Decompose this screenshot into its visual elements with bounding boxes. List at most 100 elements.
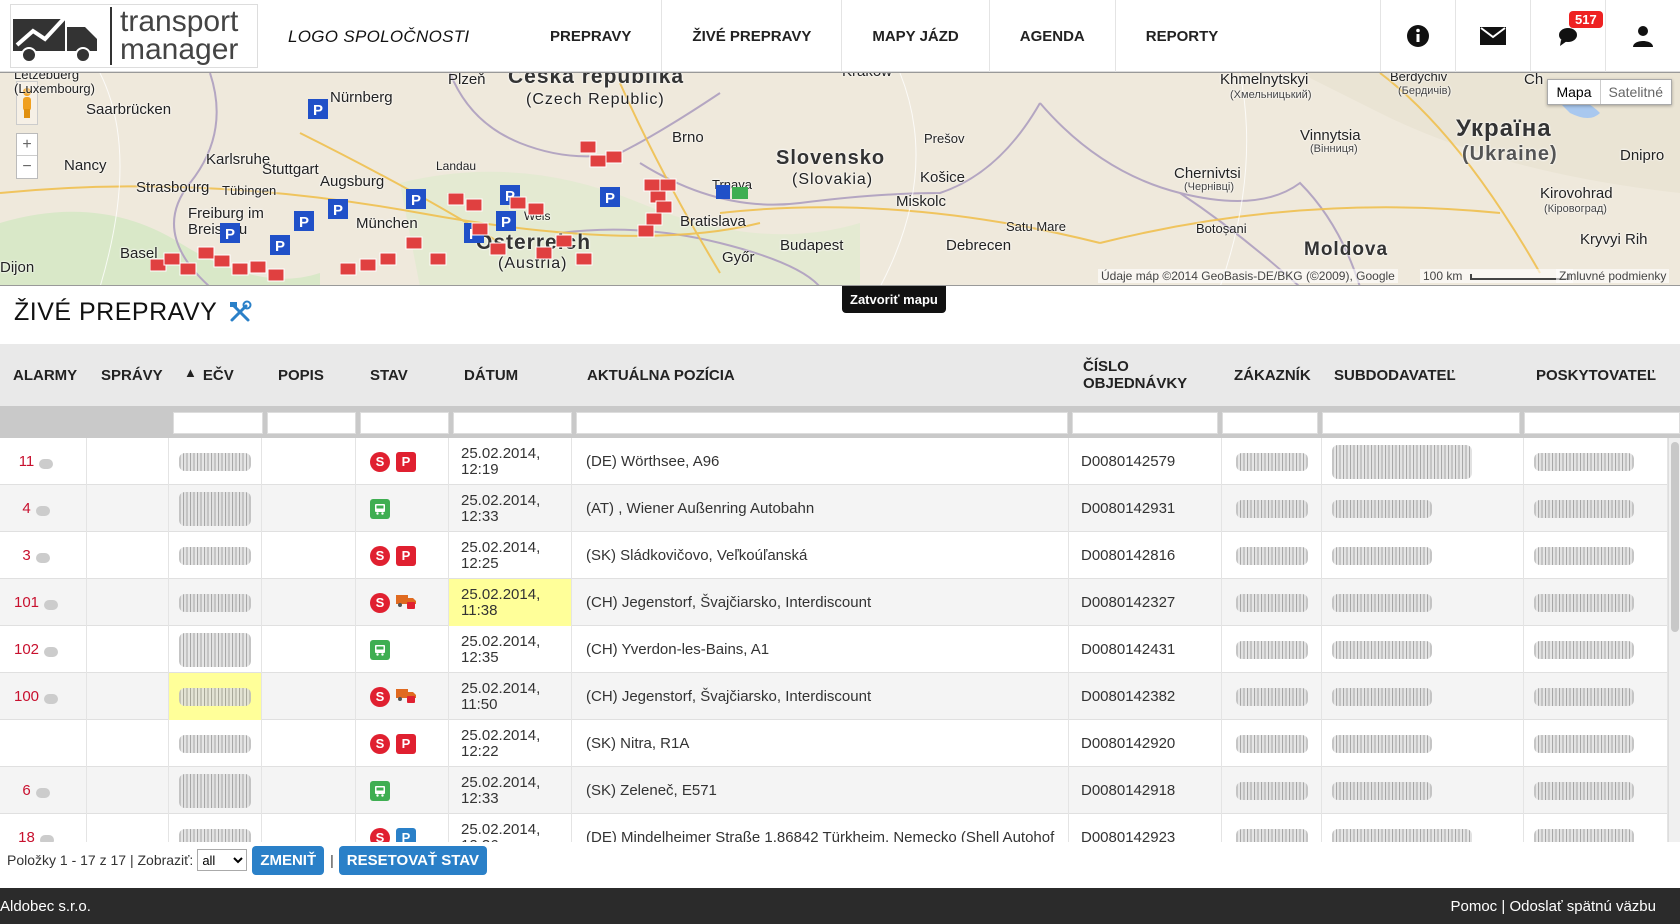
menu-item-reporty[interactable]: REPORTY [1116,0,1249,72]
comment-bubble-icon[interactable] [39,458,54,469]
status-s-icon[interactable]: S [370,592,390,613]
map-type-map-button[interactable]: Mapa [1548,80,1601,104]
grid-settings-button[interactable] [228,300,252,329]
comment-bubble-icon[interactable] [35,787,50,798]
cell-alarms[interactable]: 100 [0,673,87,720]
cell-alarms[interactable]: 18 [0,814,87,842]
comment-bubble-icon[interactable] [44,693,59,704]
status-truck-delay-icon[interactable] [396,592,418,614]
status-bus-icon[interactable] [370,780,390,801]
alarm-count[interactable]: 18 [18,829,35,842]
filter-position-input[interactable] [576,412,1068,434]
alarm-count[interactable]: 11 [19,453,35,470]
table-row[interactable]: 3 S P 25.02.2014, 12:25 (SK) Sládkovičovo, Ve… [0,532,1668,579]
vehicle-group-marker[interactable] [716,183,752,206]
notifications-button[interactable]: 517 [1530,0,1605,72]
column-header-ecv[interactable]: ▲ EČV [184,344,234,406]
menu-item-prepravy[interactable]: PREPRAVY [520,0,663,72]
feedback-link[interactable]: Odoslať spätnú väzbu [1509,898,1656,915]
column-header-state[interactable]: STAV [370,344,408,406]
cell-alarms[interactable]: 102 [0,626,87,673]
grid-scrollbar[interactable] [1668,438,1680,842]
zoom-out-button[interactable]: − [17,156,37,178]
status-parking-icon[interactable]: P [396,451,416,472]
cell-alarms[interactable]: 4 [0,485,87,532]
alarm-count[interactable]: 100 [14,688,39,705]
alarm-count[interactable]: 3 [22,547,30,564]
status-bus-icon[interactable] [370,498,390,519]
cell-alarms[interactable]: 6 [0,767,87,814]
status-parking-icon[interactable]: P [396,545,416,566]
column-header-subcontractor[interactable]: SUBDODAVATEĽ [1334,344,1456,406]
app-logo[interactable]: transport manager [10,4,258,68]
map-terms-link[interactable]: Zmluvné podmienky [1556,269,1670,283]
menu-item-mapy-jazd[interactable]: MAPY JÁZD [842,0,990,72]
filter-customer-input[interactable] [1222,412,1318,434]
page-size-select[interactable]: all [197,849,248,871]
table-row[interactable]: 102 25.02.2014, 12:35 (CH) Yverdon-les-Bain… [0,626,1668,673]
cell-cust [1222,767,1322,814]
comment-bubble-icon[interactable] [44,646,59,657]
filter-ecv-input[interactable] [173,412,263,434]
menu-item-agenda[interactable]: AGENDA [990,0,1116,72]
table-row[interactable]: 6 25.02.2014, 12:33 (SK) Zeleneč, E571 D0080… [0,767,1668,814]
filter-description-input[interactable] [267,412,356,434]
alarm-count[interactable]: 6 [22,782,30,799]
mail-button[interactable] [1455,0,1530,72]
status-bus-icon[interactable] [370,639,390,660]
user-button[interactable] [1605,0,1680,72]
status-parking-icon[interactable]: P [396,733,416,754]
filter-provider-input[interactable] [1524,412,1680,434]
comment-bubble-icon[interactable] [39,834,54,842]
column-header-description[interactable]: POPIS [278,344,324,406]
alarm-count[interactable]: 102 [14,641,39,658]
status-parking-blue-icon[interactable]: P [396,827,416,842]
column-header-provider[interactable]: POSKYTOVATEĽ [1536,344,1656,406]
column-header-messages[interactable]: SPRÁVY [101,344,163,406]
column-header-order[interactable]: ČÍSLO OBJEDNÁVKY [1083,344,1187,406]
change-button[interactable]: ZMENIŤ [252,845,325,875]
vehicle-cluster-marker[interactable] [149,233,330,285]
table-row[interactable]: 4 25.02.2014, 12:33 (AT) , Wiener Außenring… [0,485,1668,532]
table-row[interactable]: 101 S 25.02.2014, 11:38 (CH) Jegenstorf, Šva… [0,579,1668,626]
vehicle-cluster-marker[interactable] [579,135,700,250]
parking-marker-icon[interactable]: P [308,99,328,124]
status-s-icon[interactable]: S [370,545,390,566]
cell-alarms[interactable]: 3 [0,532,87,579]
cell-alarms[interactable]: 101 [0,579,87,626]
grid-scrollbar-thumb[interactable] [1671,442,1679,632]
column-header-alarms[interactable]: ALARMY [13,344,77,406]
alarm-count[interactable]: 4 [22,500,30,517]
close-map-button[interactable]: Zatvoriť mapu [842,286,946,313]
cell-alarms[interactable] [0,720,87,767]
status-s-icon[interactable]: S [370,451,390,472]
comment-bubble-icon[interactable] [35,552,50,563]
status-s-icon[interactable]: S [370,733,390,754]
live-map[interactable]: + − Mapa Satelitné Letzebuerg (Luxembour… [0,72,1680,286]
status-s-icon[interactable]: S [370,827,390,842]
column-header-position[interactable]: AKTUÁLNA POZÍCIA [587,344,735,406]
filter-order-input[interactable] [1072,412,1218,434]
table-row[interactable]: S P 25.02.2014, 12:22 (SK) Nitra, R1A D008014… [0,720,1668,767]
comment-bubble-icon[interactable] [35,505,50,516]
table-row[interactable]: 18 SP 25.02.2014,12:36 (DE) Mindelheimer St… [0,814,1668,842]
info-button[interactable] [1380,0,1455,72]
grid-body[interactable]: 11 S P 25.02.2014, 12:19 (DE) Wörthsee, A96 D0… [0,438,1668,842]
table-row[interactable]: 11 S P 25.02.2014, 12:19 (DE) Wörthsee, A96 D0… [0,438,1668,485]
zoom-in-button[interactable]: + [17,134,37,156]
filter-subcontractor-input[interactable] [1322,412,1520,434]
status-s-icon[interactable]: S [370,686,390,707]
filter-state-input[interactable] [360,412,449,434]
filter-date-input[interactable] [453,412,572,434]
map-type-satellite-button[interactable]: Satelitné [1601,80,1671,104]
cell-alarms[interactable]: 11 [0,438,87,485]
column-header-customer[interactable]: ZÁKAZNÍK [1234,344,1311,406]
table-row[interactable]: 100 S 25.02.2014, 11:50 (CH) Jegenstorf, Šva… [0,673,1668,720]
menu-item-zive-prepravy[interactable]: ŽIVÉ PREPRAVY [662,0,843,72]
help-link[interactable]: Pomoc [1451,898,1498,915]
alarm-count[interactable]: 101 [14,594,39,611]
reset-state-button[interactable]: RESETOVAŤ STAV [338,845,488,875]
status-truck-delay-icon[interactable] [396,686,418,708]
comment-bubble-icon[interactable] [44,599,59,610]
column-header-date[interactable]: DÁTUM [464,344,518,406]
